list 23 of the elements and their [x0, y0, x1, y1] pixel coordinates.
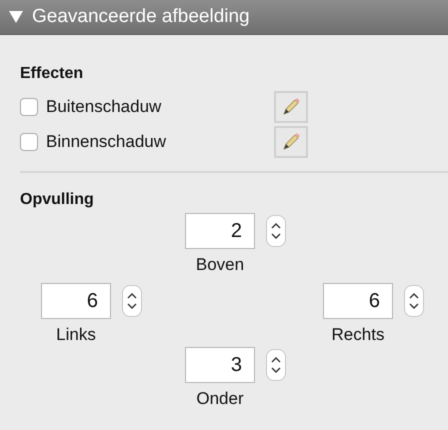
stepper[interactable] — [266, 349, 286, 381]
edit-button[interactable] — [274, 90, 308, 122]
section-heading: Effecten — [20, 65, 84, 83]
stepper[interactable] — [404, 285, 424, 317]
disclosure-triangle-icon[interactable] — [8, 10, 24, 24]
field-label: Links — [55, 325, 97, 345]
edit-button[interactable] — [274, 126, 308, 158]
panel-header[interactable]: Geavanceerde afbeelding — [0, 0, 448, 35]
field-label: Onder — [195, 389, 245, 409]
checkbox[interactable] — [20, 98, 38, 116]
field-label: Boven — [194, 255, 246, 275]
checkbox-label: Binnenschaduw — [46, 132, 168, 152]
number-field[interactable]: 3 — [185, 347, 255, 383]
checkbox-label: Buitenschaduw — [46, 96, 162, 116]
checkbox[interactable] — [20, 132, 38, 150]
number-field[interactable]: 6 — [323, 283, 393, 319]
section-heading: Opvulling — [20, 191, 95, 209]
number-field[interactable]: 2 — [185, 213, 255, 249]
field-label: Rechts — [330, 325, 386, 345]
stepper[interactable] — [122, 285, 142, 317]
stepper[interactable] — [266, 215, 286, 247]
number-field[interactable]: 6 — [41, 283, 111, 319]
panel-title: Geavanceerde afbeelding — [32, 6, 250, 28]
